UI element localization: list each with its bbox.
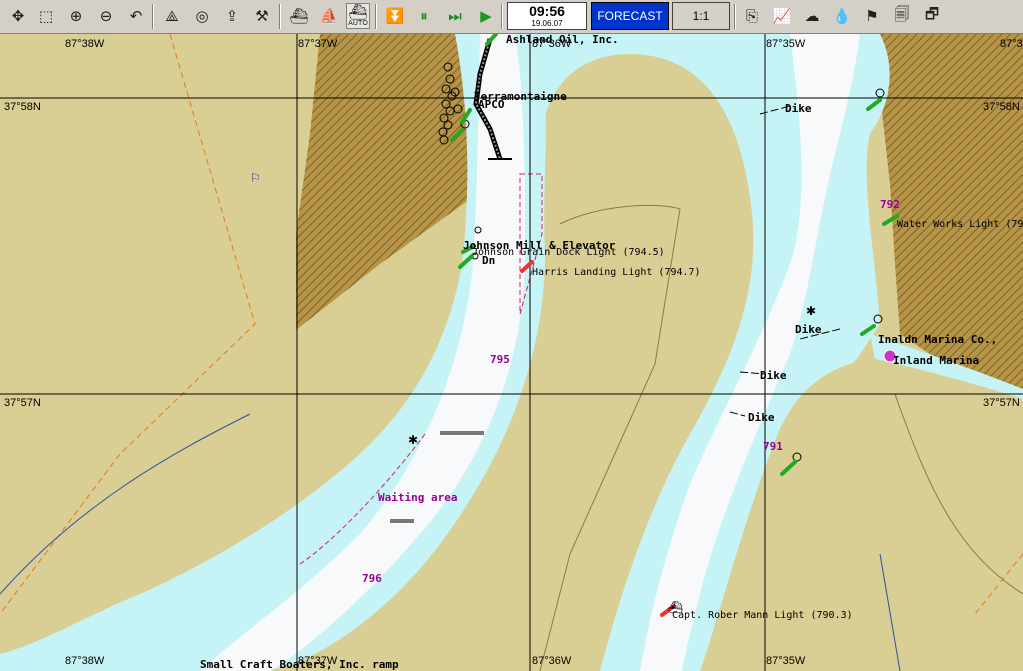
lon-label-bottom: 87°36W [532,655,572,667]
toolbar-separator [152,4,154,29]
graph-icon: 📈 [772,7,792,25]
zoom-window-button[interactable]: ⬚ [34,3,58,29]
stop-icon: ⏬ [385,7,405,25]
label-small-craft: Small Craft Boaters, Inc. ramp [200,658,399,671]
auto-mode-button[interactable]: ⛴ AUTO [346,3,370,29]
weather-icon: ☁ [804,7,820,25]
lon-label-bottom: 87°35W [766,655,806,667]
measure-tool-button[interactable]: ⟁ [160,3,184,29]
vessel-button[interactable]: ⛴ [287,3,311,29]
river-mile-marker: 791 [763,440,783,453]
select-tool-icon: ✥ [11,7,25,25]
fast-forward-icon: ⏭ [448,7,462,25]
label-capt-mann-light: Capt. Rober Mann Light (790.3) [672,610,853,621]
lat-label-left: 37°57N [4,397,41,409]
auto-label: AUTO [348,19,368,27]
wind-button[interactable]: ⚑ [860,3,884,29]
select-tool-button[interactable]: ✥ [6,3,30,29]
stop-button[interactable]: ⏬ [383,3,407,29]
wreck-symbol: ✱ [408,433,418,447]
lon-label-bottom: 87°38W [65,655,105,667]
layers-icon: ⎘ [745,7,758,25]
documents-icon: 🗐 [894,4,910,23]
undo-view-button[interactable]: ↶ [124,3,148,29]
wreck-symbol: ✱ [806,304,816,318]
label-dike: Dike [795,323,822,336]
toolbar-separator [375,4,377,29]
measure-tool-icon: ⟁ [165,7,179,25]
pause-button[interactable]: ⏸ [412,3,436,29]
clock-display: 09:56 19.06.07 [507,2,587,30]
toolbar-separator [734,4,736,29]
label-water-works-light: Water Works Light (79 [897,219,1023,230]
layers-button[interactable]: ⎘ [740,3,764,29]
graph-button[interactable]: 📈 [770,3,794,29]
river-mile-marker: 796 [362,572,382,585]
fast-forward-button[interactable]: ⏭ [443,3,467,29]
export-button[interactable]: ⇪ [220,3,244,29]
wind-icon: ⚑ [865,7,879,25]
clock-date: 19.06.07 [531,19,563,28]
target-button[interactable]: ◎ [190,3,214,29]
lon-label-top: 87°38W [65,38,105,50]
label-dn: Dn [482,254,495,267]
label-ashland-oil: Ashland Oil, Inc. [506,34,619,46]
flag-symbol: ⚐ [250,171,261,185]
toolbar-separator [501,4,503,29]
play-icon: ▶ [480,7,492,25]
windows-button[interactable]: 🗗 [920,3,944,29]
label-johnson-dock-light: Johnson Grain Dock Light (794.5) [472,247,665,258]
play-button[interactable]: ▶ [474,3,498,29]
scale-button[interactable]: 1:1 [672,2,730,30]
tools-button[interactable]: ⚒ [250,3,274,29]
tide-icon: 💧 [832,7,852,25]
river-mile-marker: 795 [490,353,510,366]
tide-button[interactable]: 💧 [830,3,854,29]
lat-label-right: 37°57N [983,397,1020,409]
target-icon: ◎ [195,7,209,25]
chart-map[interactable]: 87°38W 87°37W 87°36W 87°35W 87°3 87°38W … [0,34,1023,671]
label-dike: Dike [748,411,775,424]
zoom-out-icon: ⊖ [99,7,113,25]
undo-view-icon: ↶ [129,7,143,25]
label-apco: APCO [478,98,505,111]
zoom-in-icon: ⊕ [69,7,83,25]
weather-button[interactable]: ☁ [800,3,824,29]
lat-label-right: 37°58N [983,101,1020,113]
toolbar: ✥ ⬚ ⊕ ⊖ ↶ ⟁ ◎ ⇪ ⚒ ⛴ ⛵ ⛴ AUTO ⏬ ⏸ ⏭ ▶ ⎘ 📈 ☁ 💧 ⚑ 🗐 🗗 09:56 19.06.… [0,0,1023,34]
label-harris-landing: Harris Landing Light (794.7) [532,267,701,278]
river-mile-marker: 792 [880,198,900,211]
label-inland-marina-co: Inaldn Marina Co., [878,333,997,346]
lon-label-top: 87°35W [766,38,806,50]
documents-button[interactable]: 🗐 [890,3,914,29]
label-inland-marina: Inland Marina [893,354,979,367]
label-dike: Dike [760,369,787,382]
export-icon: ⇪ [225,7,239,25]
tug-icon: ⛵ [319,7,339,25]
lon-label-top: 87°3 [1000,38,1023,50]
toolbar-separator [279,4,281,29]
tug-button[interactable]: ⛵ [317,3,341,29]
zoom-window-icon: ⬚ [38,7,54,25]
label-waiting-area: Waiting area [378,491,457,504]
windows-icon: 🗗 [924,4,940,23]
lon-label-top: 87°37W [298,38,338,50]
tools-icon: ⚒ [255,7,269,25]
label-dike: Dike [785,102,812,115]
clock-time: 09:56 [529,3,565,19]
pause-icon: ⏸ [420,7,428,25]
forecast-button[interactable]: FORECAST [591,2,669,30]
lat-label-left: 37°58N [4,101,41,113]
vessel-icon: ⛴ [289,7,309,25]
zoom-in-button[interactable]: ⊕ [64,3,88,29]
zoom-out-button[interactable]: ⊖ [94,3,118,29]
